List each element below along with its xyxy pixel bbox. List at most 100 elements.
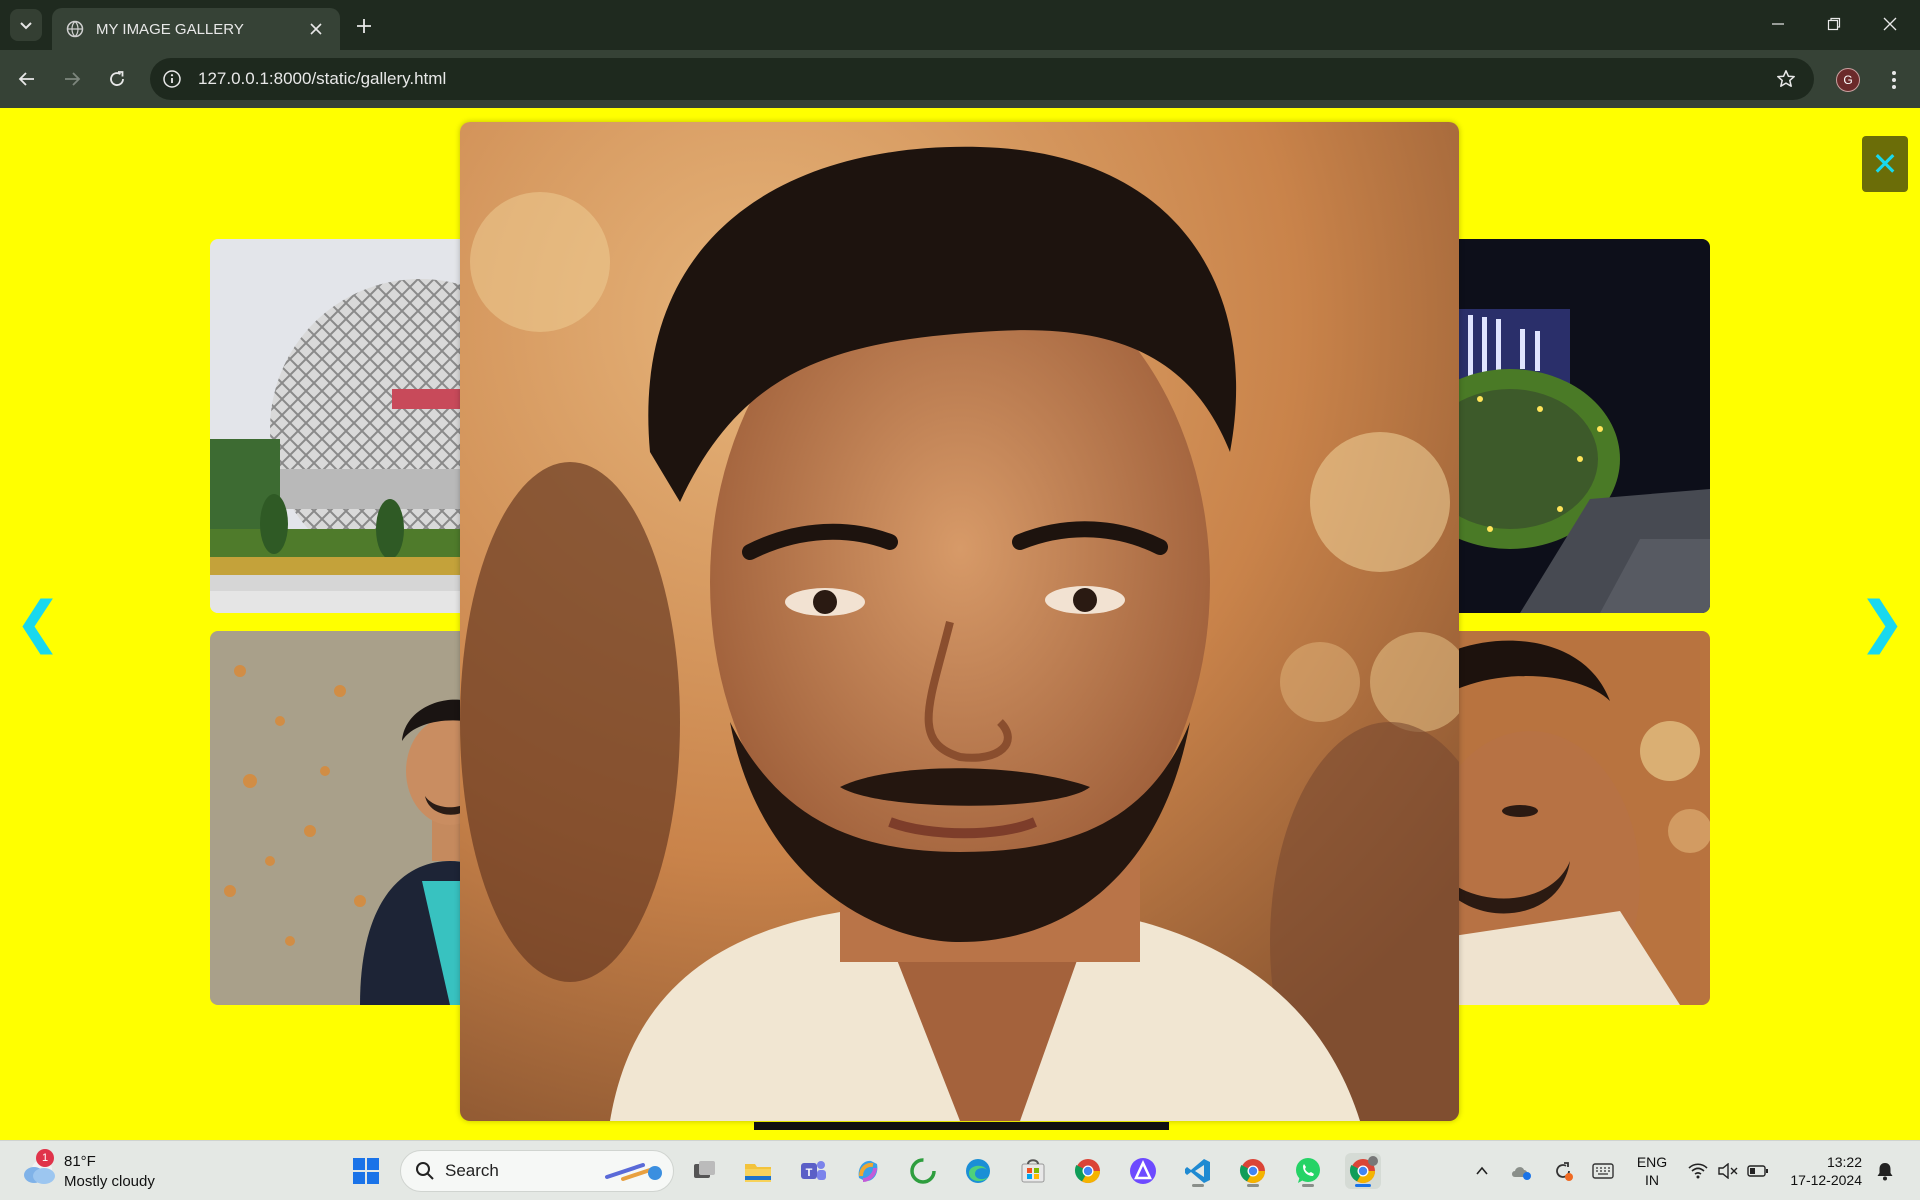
tab-search-button[interactable] (10, 9, 42, 41)
gallery-thumbnail-floral-clock[interactable] (1420, 239, 1710, 613)
show-hidden-icons-button[interactable] (1470, 1141, 1494, 1200)
forward-button[interactable] (57, 64, 87, 94)
minimize-icon (1772, 23, 1784, 25)
reload-button[interactable] (102, 64, 132, 94)
sync-app-button[interactable] (905, 1153, 941, 1189)
copilot-button[interactable] (850, 1153, 886, 1189)
minimize-button[interactable] (1750, 0, 1806, 48)
onedrive-tray-icon[interactable] (1506, 1141, 1536, 1200)
task-view-icon (694, 1161, 715, 1178)
tab-title: MY IMAGE GALLERY (96, 20, 244, 38)
address-bar[interactable]: 127.0.0.1:8000/static/gallery.html (150, 58, 1814, 100)
plus-icon (357, 19, 371, 33)
lightbox-caption-bar (754, 1122, 1169, 1130)
restore-icon (1827, 17, 1841, 31)
file-explorer-button[interactable] (740, 1153, 776, 1189)
active-indicator (1355, 1184, 1371, 1187)
wifi-tray-icon[interactable] (1684, 1141, 1712, 1200)
url-text[interactable]: 127.0.0.1:8000/static/gallery.html (198, 69, 446, 89)
update-icon (1556, 1162, 1573, 1181)
keyboard-tray-icon[interactable] (1588, 1141, 1618, 1200)
weather-badge: 1 (36, 1149, 54, 1167)
clock-time: 13:22 (1826, 1154, 1862, 1170)
proton-vpn-icon (1130, 1158, 1156, 1184)
running-indicator (1247, 1184, 1259, 1187)
profile-avatar[interactable]: G (1836, 68, 1860, 92)
arrow-right-icon (65, 72, 81, 86)
tab-close-button[interactable] (306, 19, 326, 39)
gallery-page: ✕ ❮ ❯ (0, 108, 1920, 1140)
portrait-closeup-photo (1420, 631, 1710, 1005)
search-highlight-icon (605, 1163, 662, 1181)
edge-icon (966, 1159, 990, 1183)
vscode-button[interactable] (1180, 1153, 1216, 1189)
new-tab-button[interactable] (350, 12, 378, 40)
lightbox-close-button[interactable]: ✕ (1862, 136, 1908, 192)
vpn-button[interactable] (1125, 1153, 1161, 1189)
chrome-icon (1074, 1159, 1100, 1184)
windows-start-icon (353, 1158, 379, 1184)
clock-date: 17-12-2024 (1790, 1172, 1862, 1188)
volume-muted-icon (1718, 1163, 1738, 1179)
weather-widget[interactable]: 1 81°F Mostly cloudy (20, 1149, 170, 1193)
browser-tabstrip: MY IMAGE GALLERY (0, 0, 1920, 50)
region-code: IN (1645, 1172, 1659, 1188)
close-icon (310, 23, 322, 35)
refresh-app-icon (910, 1158, 936, 1184)
bell-icon (1877, 1163, 1893, 1181)
teams-button[interactable]: T (795, 1153, 831, 1189)
prev-image-button[interactable]: ❮ (15, 590, 62, 655)
svg-text:T: T (806, 1167, 813, 1179)
bookmark-star-icon[interactable] (1776, 69, 1796, 89)
chrome-icon (1239, 1159, 1265, 1184)
whatsapp-icon (1296, 1158, 1320, 1183)
update-tray-icon[interactable] (1548, 1141, 1578, 1200)
language-code: ENG (1636, 1154, 1668, 1170)
vscode-icon (1185, 1159, 1210, 1183)
portrait-blazer-photo (210, 631, 500, 1005)
notifications-button[interactable] (1870, 1141, 1900, 1200)
chrome-button[interactable] (1070, 1153, 1106, 1189)
battery-tray-icon[interactable] (1744, 1141, 1772, 1200)
chrome-window-button[interactable] (1235, 1153, 1271, 1189)
browser-menu-button[interactable] (1880, 66, 1908, 94)
restore-button[interactable] (1806, 0, 1862, 48)
chevron-up-icon (1476, 1166, 1488, 1175)
site-info-icon[interactable] (162, 69, 182, 89)
chevron-down-icon (20, 22, 32, 30)
volume-tray-icon[interactable] (1714, 1141, 1742, 1200)
copilot-icon (858, 1160, 878, 1182)
gallery-thumbnail-portrait-blazer[interactable] (210, 631, 500, 1005)
lightbox-image (460, 122, 1459, 1121)
teams-icon: T (801, 1161, 826, 1180)
task-view-button[interactable] (686, 1153, 722, 1189)
gallery-thumbnail-building[interactable] (210, 239, 500, 613)
windows-taskbar: 1 81°F Mostly cloudy Search T ENG IN 13:… (0, 1140, 1920, 1200)
browser-tab[interactable]: MY IMAGE GALLERY (52, 8, 340, 50)
search-icon (416, 1162, 434, 1180)
weather-condition: Mostly cloudy (64, 1173, 155, 1190)
portrait-closeup-large-photo (460, 122, 1459, 1121)
cloud-sync-icon (1512, 1167, 1531, 1180)
wifi-icon (1688, 1163, 1708, 1179)
edge-button[interactable] (960, 1153, 996, 1189)
globe-icon (66, 20, 84, 38)
gallery-thumbnail-portrait-closeup[interactable] (1420, 631, 1710, 1005)
chrome-profile-window-button[interactable] (1345, 1153, 1381, 1189)
taskbar-search[interactable]: Search (400, 1150, 674, 1192)
floral-clock-photo (1420, 239, 1710, 613)
store-button[interactable] (1015, 1153, 1051, 1189)
building-photo (210, 239, 500, 613)
back-button[interactable] (12, 64, 42, 94)
language-indicator[interactable]: ENG IN (1632, 1153, 1672, 1189)
reload-icon (110, 71, 124, 86)
window-close-button[interactable] (1862, 0, 1918, 48)
next-image-button[interactable]: ❯ (1859, 590, 1906, 655)
running-indicator (1192, 1184, 1204, 1187)
battery-icon (1747, 1165, 1768, 1177)
start-button[interactable] (348, 1153, 384, 1189)
system-clock[interactable]: 13:22 17-12-2024 (1782, 1153, 1862, 1189)
whatsapp-button[interactable] (1290, 1153, 1326, 1189)
arrow-left-icon (18, 72, 34, 86)
running-indicator (1302, 1184, 1314, 1187)
